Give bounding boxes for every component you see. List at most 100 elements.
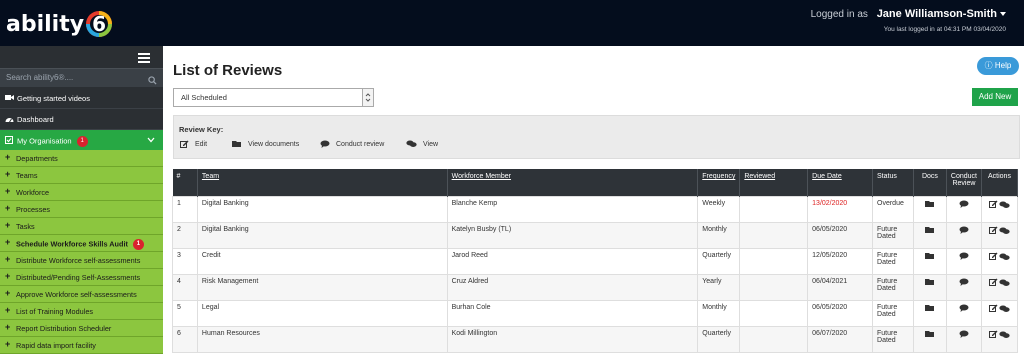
folder-icon[interactable] xyxy=(924,278,935,288)
comments-icon[interactable] xyxy=(999,279,1011,289)
last-login-text: You last logged in at 04:31 PM 03/04/202… xyxy=(883,26,1006,33)
comments-icon[interactable] xyxy=(999,331,1011,341)
comments-icon[interactable] xyxy=(999,227,1011,237)
sidebar-item-label: Dashboard xyxy=(17,115,54,124)
cell-actions xyxy=(980,222,1019,249)
help-button[interactable]: ⓘ Help xyxy=(977,57,1019,75)
cell-workforce-member: Cruz Aldred xyxy=(446,274,699,301)
table-row: 3 Credit Jarod Reed Quarterly 12/05/2020 Futu… xyxy=(172,248,1019,275)
folder-icon[interactable] xyxy=(924,304,935,314)
edit-icon[interactable] xyxy=(988,226,998,237)
logo-text: ability xyxy=(6,11,85,37)
cell-team: Digital Banking xyxy=(196,196,448,223)
table-row: 2 Digital Banking Katelyn Busby (TL) Monthl… xyxy=(172,222,1019,249)
col-header-frequency[interactable]: Frequency xyxy=(697,169,741,197)
edit-icon[interactable] xyxy=(988,304,998,315)
sidebar-item-getting-started[interactable]: Getting started videos xyxy=(0,88,163,109)
review-filter-select[interactable]: All Scheduled xyxy=(173,88,374,107)
user-area: Logged in as Jane Williamson-Smith You l… xyxy=(811,8,1006,33)
search-box[interactable]: Search ability6®.... xyxy=(0,68,163,87)
cell-team: Credit xyxy=(196,248,448,275)
cell-status: Overdue xyxy=(872,196,914,223)
edit-icon[interactable] xyxy=(988,252,998,263)
checkbox-icon xyxy=(5,136,13,146)
key-item-conduct-review: Conduct review xyxy=(320,140,384,148)
folder-icon[interactable] xyxy=(924,226,935,236)
logged-in-label: Logged in as xyxy=(810,9,868,20)
review-filter-value: All Scheduled xyxy=(181,93,227,102)
cell-status: Future Dated xyxy=(872,326,914,353)
cell-status: Future Dated xyxy=(872,274,914,301)
cell-frequency: Quarterly xyxy=(697,248,741,275)
submenu-item-distribute-self-assessments[interactable]: + Distribute Workforce self-assessments xyxy=(0,252,163,269)
submenu-item-pending-self-assessments[interactable]: + Distributed/Pending Self-Assessments xyxy=(0,269,163,286)
comments-icon[interactable] xyxy=(999,305,1011,315)
comments-icon[interactable] xyxy=(999,253,1011,263)
plus-icon: + xyxy=(5,203,11,213)
comment-icon[interactable] xyxy=(959,304,969,314)
cell-conduct-review xyxy=(945,248,982,275)
cell-due-date: 06/05/2020 xyxy=(807,222,874,249)
comments-icon xyxy=(406,140,417,147)
col-header-docs: Docs xyxy=(913,169,947,197)
folder-icon[interactable] xyxy=(924,252,935,262)
user-menu[interactable]: Jane Williamson-Smith xyxy=(877,8,997,20)
col-header-reviewed[interactable]: Reviewed xyxy=(739,169,809,197)
submenu-item-schedule-skills-audit[interactable]: + Schedule Workforce Skills Audit 1 xyxy=(0,235,163,252)
comment-icon[interactable] xyxy=(959,252,969,262)
col-header-team[interactable]: Team xyxy=(197,169,448,197)
sidebar-item-label: Getting started videos xyxy=(17,94,90,103)
hamburger-menu-icon[interactable] xyxy=(138,53,150,65)
key-item-label: Edit xyxy=(195,141,208,148)
submenu-item-label: Departments xyxy=(16,154,58,163)
cell-team: Digital Banking xyxy=(196,222,448,249)
cell-team: Legal xyxy=(196,300,448,327)
col-header-due-date[interactable]: Due Date xyxy=(807,169,874,197)
cell-due-date: 06/04/2021 xyxy=(807,274,874,301)
submenu-item-label: List of Training Modules xyxy=(16,307,94,316)
plus-icon: + xyxy=(5,305,11,315)
comment-icon[interactable] xyxy=(959,200,969,210)
logo-number: 6 xyxy=(92,12,106,36)
sidebar-item-dashboard[interactable]: Dashboard xyxy=(0,109,163,130)
edit-icon[interactable] xyxy=(988,278,998,289)
submenu-item-training-modules[interactable]: + List of Training Modules xyxy=(0,303,163,320)
col-header-workforce-member[interactable]: Workforce Member xyxy=(447,169,699,197)
notification-badge: 1 xyxy=(132,239,144,250)
folder-icon[interactable] xyxy=(924,200,935,210)
cell-frequency: Yearly xyxy=(697,274,741,301)
comment-icon[interactable] xyxy=(959,330,969,340)
sidebar-item-label: My Organisation xyxy=(17,136,72,146)
submenu-item-departments[interactable]: + Departments xyxy=(0,150,163,167)
submenu-item-processes[interactable]: + Processes xyxy=(0,201,163,218)
col-header-conduct-review: Conduct Review xyxy=(946,169,982,197)
folder-icon[interactable] xyxy=(924,330,935,340)
reviews-table: # Team Workforce Member Frequency Review… xyxy=(172,169,1019,353)
cell-status: Future Dated xyxy=(872,300,914,327)
comment-icon[interactable] xyxy=(959,278,969,288)
submenu-item-teams[interactable]: + Teams xyxy=(0,167,163,184)
cell-status: Future Dated xyxy=(872,222,914,249)
caret-down-icon[interactable] xyxy=(1000,12,1006,17)
cell-reviewed xyxy=(739,222,809,249)
sidebar-item-my-organisation[interactable]: My Organisation 1 xyxy=(0,130,163,150)
dashboard-icon xyxy=(5,115,14,125)
key-item-view-documents: View documents xyxy=(232,140,299,148)
table-header-row: # Team Workforce Member Frequency Review… xyxy=(172,169,1019,197)
cell-actions xyxy=(980,326,1019,353)
cell-number: 3 xyxy=(172,248,198,275)
search-input[interactable]: Search ability6®.... xyxy=(6,73,73,82)
comment-icon[interactable] xyxy=(959,226,969,236)
logo[interactable]: ability 6 xyxy=(6,10,113,38)
chevron-down-icon[interactable] xyxy=(147,136,155,145)
submenu-item-workforce[interactable]: + Workforce xyxy=(0,184,163,201)
submenu-item-report-scheduler[interactable]: + Report Distribution Scheduler xyxy=(0,320,163,337)
submenu-item-approve-self-assessments[interactable]: + Approve Workforce self-assessments xyxy=(0,286,163,303)
edit-icon[interactable] xyxy=(988,330,998,341)
submenu-item-data-import[interactable]: + Rapid data import facility xyxy=(0,337,163,354)
submenu-item-tasks[interactable]: + Tasks xyxy=(0,218,163,235)
plus-icon: + xyxy=(5,254,11,264)
add-new-button[interactable]: Add New xyxy=(972,88,1018,106)
edit-icon[interactable] xyxy=(988,200,998,211)
comments-icon[interactable] xyxy=(999,201,1011,211)
